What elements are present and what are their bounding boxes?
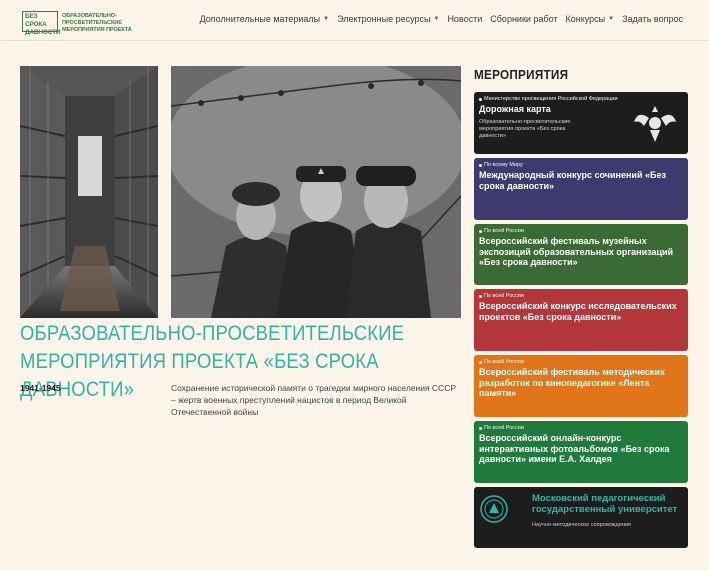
- card-tag-text: По всему Миру: [484, 162, 523, 168]
- card-tag: По всей России: [479, 359, 683, 366]
- event-card-roadmap[interactable]: Министерство просвещения Российской Феде…: [474, 92, 688, 154]
- card-tag: По всей России: [479, 425, 683, 432]
- location-dot-icon: [479, 361, 482, 364]
- years-label: 1941-1945: [20, 383, 61, 393]
- location-dot-icon: [479, 427, 482, 430]
- main-nav: Дополнительные материалы ▼ Электронные ре…: [196, 14, 687, 24]
- location-dot-icon: [479, 230, 482, 233]
- events-heading: МЕРОПРИЯТИЯ: [474, 67, 569, 82]
- card-tag-text: По всей России: [484, 359, 524, 365]
- nav-label: Конкурсы: [565, 14, 606, 24]
- card-title: Московский педагогический государственны…: [532, 493, 678, 515]
- card-subtitle: Образовательно-просветительские мероприя…: [479, 118, 571, 139]
- nav-electronic-resources[interactable]: Электронные ресурсы ▼: [333, 14, 443, 24]
- location-dot-icon: [479, 295, 482, 298]
- site-header: БЕЗ СРОКА ДАВНОСТИ ОБРАЗОВАТЕЛЬНО-ПРОСВЕ…: [0, 0, 709, 41]
- children-behind-wire-photo: [171, 66, 461, 318]
- card-tag-text: Министерство просвещения Российской Феде…: [484, 96, 618, 102]
- card-tag: По всей России: [479, 228, 683, 235]
- event-card-research-contest[interactable]: По всей России Всероссийский конкурс исс…: [474, 289, 688, 351]
- barracks-photo: [20, 66, 158, 318]
- nav-news[interactable]: Новости: [443, 14, 486, 24]
- card-tag-text: По всей России: [484, 425, 524, 431]
- nav-label: Задать вопрос: [622, 14, 683, 24]
- location-dot-icon: [479, 98, 482, 101]
- site-logo[interactable]: БЕЗ СРОКА ДАВНОСТИ: [22, 11, 61, 36]
- card-tag: По всей России: [479, 293, 683, 300]
- nav-label: Электронные ресурсы: [337, 14, 431, 24]
- nav-collections[interactable]: Сборники работ: [486, 14, 561, 24]
- russian-eagle-emblem-icon: [634, 106, 676, 142]
- card-title: Всероссийский фестиваль методических раз…: [479, 367, 665, 398]
- chevron-down-icon: ▼: [323, 16, 330, 22]
- logo-caption: ОБРАЗОВАТЕЛЬНО-ПРОСВЕТИТЕЛЬСКИЕ МЕРОПРИЯ…: [62, 13, 132, 33]
- event-card-mpgu[interactable]: Московский педагогический государственны…: [474, 487, 688, 548]
- card-tag: По всему Миру: [479, 162, 683, 169]
- event-card-essay-contest[interactable]: По всему Миру Международный конкурс сочи…: [474, 158, 688, 220]
- card-title: Всероссийский фестиваль музейных экспози…: [479, 236, 674, 267]
- nav-label: Новости: [447, 14, 483, 24]
- nav-label: Дополнительные материалы: [199, 14, 321, 24]
- location-dot-icon: [479, 164, 482, 167]
- nav-ask-question[interactable]: Задать вопрос: [618, 14, 687, 24]
- card-title: Всероссийский конкурс исследовательских …: [479, 301, 677, 322]
- nav-label: Сборники работ: [490, 14, 558, 24]
- mpgu-logo-icon: [480, 495, 508, 523]
- card-subtitle: Научно-методическое сопровождение: [532, 522, 632, 528]
- event-card-photo-album-contest[interactable]: По всей России Всероссийский онлайн-конк…: [474, 421, 688, 483]
- nav-contests[interactable]: Конкурсы ▼: [562, 14, 619, 24]
- card-tag-text: По всей России: [484, 293, 524, 299]
- chevron-down-icon: ▼: [433, 16, 440, 22]
- chevron-down-icon: ▼: [608, 16, 615, 22]
- card-title: Всероссийский онлайн-конкурс интерактивн…: [479, 433, 670, 464]
- event-card-museum-festival[interactable]: По всей России Всероссийский фестиваль м…: [474, 224, 688, 285]
- card-title: Международный конкурс сочинений «Без сро…: [479, 170, 666, 191]
- page-description: Сохранение исторической памяти о трагеди…: [171, 383, 457, 417]
- nav-additional-materials[interactable]: Дополнительные материалы ▼: [196, 14, 333, 24]
- card-tag-text: По всей России: [484, 228, 524, 234]
- event-card-film-festival[interactable]: По всей России Всероссийский фестиваль м…: [474, 355, 688, 417]
